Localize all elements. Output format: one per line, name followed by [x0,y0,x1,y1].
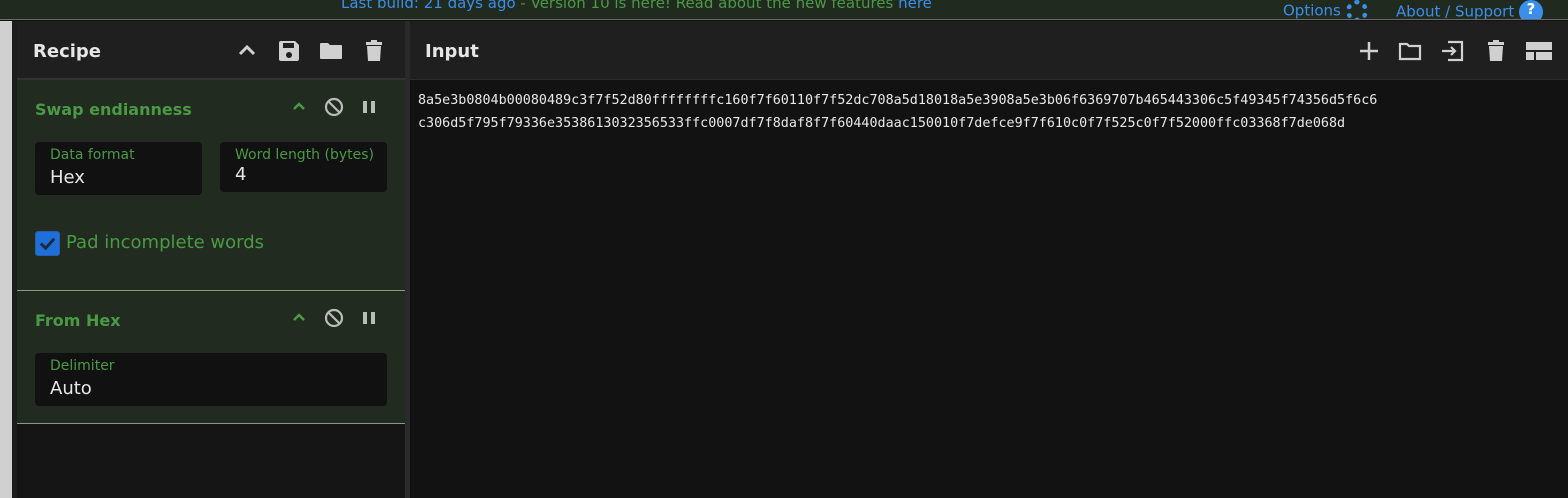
input-textarea[interactable]: 8a5e3b0804b00080489c3f7f52d80ffffffffc16… [418,89,1568,135]
field-label: Data format [50,147,135,163]
input-line: 8a5e3b0804b00080489c3f7f52d80ffffffffc16… [418,93,1378,108]
help-icon: ? [1519,0,1544,19]
about-label: About / Support [1396,2,1515,20]
input-panel: Input 8a5e3b0804b00080489c3f7f52d80fffff… [410,21,1568,498]
pause-icon[interactable] [359,97,379,117]
field-label: Word length (bytes) [235,147,375,163]
top-banner: Last build: 21 days ago - Version 10 is … [0,0,1568,20]
input-line: c306d5f795f79336e3538613032356533ffc0007… [418,116,1346,131]
field-label: Delimiter [50,358,115,374]
trash-icon[interactable] [1484,39,1508,63]
here-link[interactable]: here [898,0,932,12]
plus-icon[interactable] [1357,39,1381,63]
save-icon[interactable] [277,39,301,63]
about-button[interactable]: About / Support ? [1396,0,1544,20]
pause-icon[interactable] [359,308,379,328]
last-build-text: Last build: 21 days ago [341,0,516,12]
build-notice: Last build: 21 days ago - Version 10 is … [341,0,932,11]
import-icon[interactable] [1440,39,1464,63]
operation-swap-endianness[interactable]: Swap endianness Data format Hex Word len… [17,80,405,291]
folder-open-icon[interactable] [1398,39,1422,63]
check-icon [39,237,56,251]
layout-icon[interactable] [1525,39,1553,63]
chevron-up-icon[interactable] [235,39,259,63]
operation-from-hex[interactable]: From Hex Delimiter Auto [17,291,405,424]
disable-icon[interactable] [324,308,344,328]
chevron-up-icon[interactable] [289,308,309,328]
separator: - [515,0,531,12]
recipe-title: Recipe [33,41,102,62]
folder-icon[interactable] [319,39,343,63]
operations-panel-edge [0,21,12,498]
chevron-up-icon[interactable] [289,97,309,117]
options-button[interactable]: Options [1283,0,1368,20]
operation-title: From Hex [35,311,121,330]
recipe-panel: Recipe Swap endianness Data format Hex W… [17,21,405,498]
checkbox-label: Pad incomplete words [66,232,265,253]
operation-title: Swap endianness [35,100,192,119]
version-notice: Version 10 is here! Read about the new f… [530,0,899,12]
input-title: Input [425,41,479,62]
field-value: Auto [50,378,92,399]
recipe-header: Recipe [17,21,405,80]
word-length-field[interactable]: Word length (bytes) 4 [220,142,387,192]
delimiter-field[interactable]: Delimiter Auto [35,353,387,406]
input-header: Input [410,21,1568,80]
options-label: Options [1283,1,1341,20]
field-value: 4 [235,164,247,185]
gear-icon [1345,0,1368,19]
field-value: Hex [50,167,85,188]
disable-icon[interactable] [324,97,344,117]
data-format-field[interactable]: Data format Hex [35,142,202,195]
pad-incomplete-words-checkbox[interactable] [35,231,60,256]
trash-icon[interactable] [362,39,386,63]
